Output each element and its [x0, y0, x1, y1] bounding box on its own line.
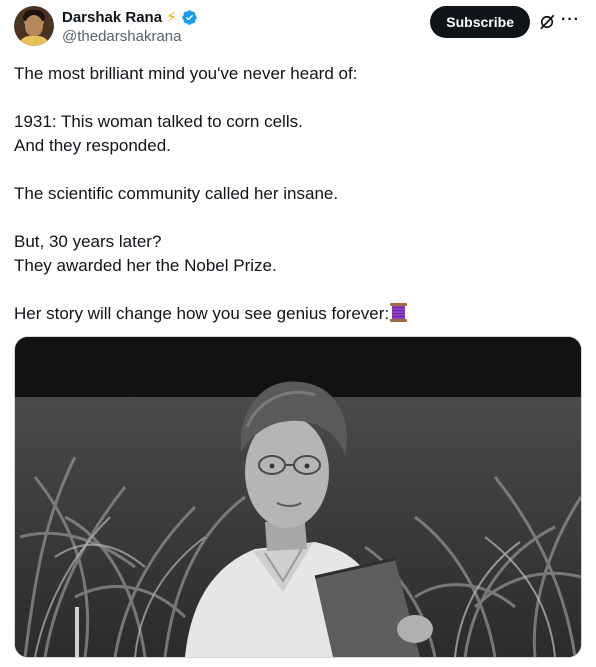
avatar-shirt [18, 36, 50, 46]
subscribe-button[interactable]: Subscribe [430, 6, 530, 38]
tweet-line-last: Her story will change how you see genius… [14, 302, 582, 326]
tweet-line: The scientific community called her insa… [14, 184, 339, 203]
tweet-photo[interactable] [14, 336, 582, 658]
grok-icon[interactable] [538, 13, 556, 31]
tweet-line: And they responded. [14, 136, 171, 155]
tweet-line: Her story will change how you see genius… [14, 304, 390, 323]
verified-badge-icon[interactable] [181, 9, 198, 26]
tweet-text: The most brilliant mind you've never hea… [14, 62, 582, 326]
photo-woman-in-cornfield [15, 337, 581, 657]
bolt-icon: ⚡ [166, 8, 177, 26]
tweet-line: 1931: This woman talked to corn cells. [14, 112, 303, 131]
tweet-line: The most brilliant mind you've never hea… [14, 64, 358, 83]
tweet-line: They awarded her the Nobel Prize. [14, 256, 277, 275]
tweet-header: Darshak Rana ⚡ @thedarshakrana Subscribe… [14, 6, 582, 46]
author-display-name[interactable]: Darshak Rana [62, 9, 162, 26]
thread-spool-icon [390, 303, 408, 322]
avatar-face [25, 15, 43, 37]
author-info: Darshak Rana ⚡ @thedarshakrana [62, 7, 198, 45]
author-name-row: Darshak Rana ⚡ [62, 7, 198, 27]
more-options-icon[interactable]: ··· [561, 12, 580, 28]
avatar[interactable] [14, 6, 54, 46]
tweet-line: But, 30 years later? [14, 232, 162, 251]
author-handle[interactable]: @thedarshakrana [62, 28, 198, 45]
